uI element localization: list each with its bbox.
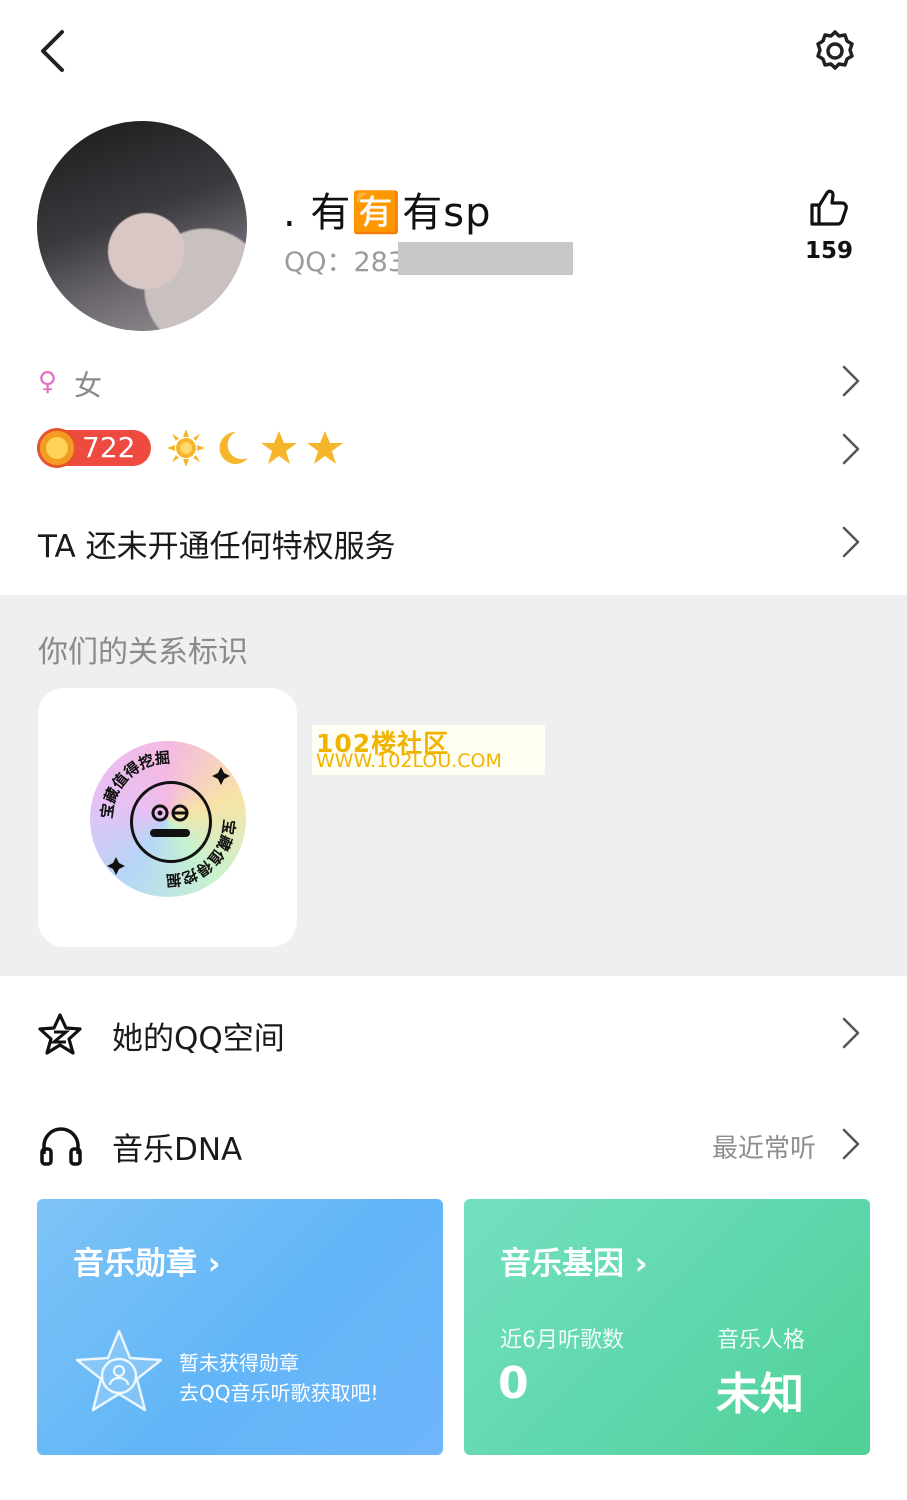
like-count: 159 <box>804 238 853 264</box>
medal-hint-text: 去QQ音乐听歌获取吧! <box>179 1381 379 1405</box>
nickname: . 有🈶有sp <box>283 190 492 236</box>
qq-number: QQ：283 <box>284 247 406 278</box>
chevron-right-icon <box>842 526 860 558</box>
moon-icon <box>219 431 248 464</box>
chevron-right-icon <box>842 1128 860 1160</box>
medal-empty-text: 暂未获得勋章 <box>179 1351 299 1375</box>
like-button[interactable] <box>806 186 850 230</box>
chevron-right-icon <box>842 433 860 465</box>
avatar[interactable] <box>37 121 247 331</box>
privilege-text: TA 还未开通任何特权服务 <box>38 529 396 565</box>
face-icon <box>150 804 190 837</box>
female-icon: ♀ <box>38 367 58 397</box>
gender-label: 女 <box>74 369 103 402</box>
settings-button[interactable] <box>808 26 862 80</box>
songs-count-value: 0 <box>498 1358 529 1409</box>
headphones-icon <box>40 1127 82 1166</box>
star-icon <box>261 431 297 464</box>
music-dna-label: 音乐DNA <box>112 1132 243 1168</box>
qq-number-redaction <box>398 242 573 275</box>
medal-icon <box>75 1329 163 1412</box>
chevron-right-icon <box>842 1017 860 1049</box>
chevron-right-icon <box>842 365 860 397</box>
level-coin-icon <box>37 428 77 468</box>
thumbs-up-icon <box>810 189 848 226</box>
music-gene-title: 音乐基因 › <box>500 1246 648 1282</box>
star-icon <box>307 431 343 464</box>
music-medal-title: 音乐勋章 › <box>73 1246 221 1282</box>
qzone-star-icon <box>38 1013 82 1055</box>
gender-row[interactable] <box>0 350 907 414</box>
music-persona-value: 未知 <box>716 1369 804 1420</box>
songs-count-label: 近6月听歌数 <box>500 1328 624 1353</box>
back-button[interactable] <box>30 24 80 78</box>
chevron-left-icon <box>41 30 64 72</box>
relation-title: 你们的关系标识 <box>38 635 248 670</box>
music-persona-label: 音乐人格 <box>717 1328 806 1353</box>
gear-icon <box>816 30 854 70</box>
qzone-label: 她的QQ空间 <box>112 1021 285 1057</box>
level-value: 722 <box>82 431 136 464</box>
sun-icon <box>167 429 205 467</box>
watermark-line2: WWW.102LOU.COM <box>316 750 502 772</box>
music-recent-label: 最近常听 <box>712 1134 817 1164</box>
